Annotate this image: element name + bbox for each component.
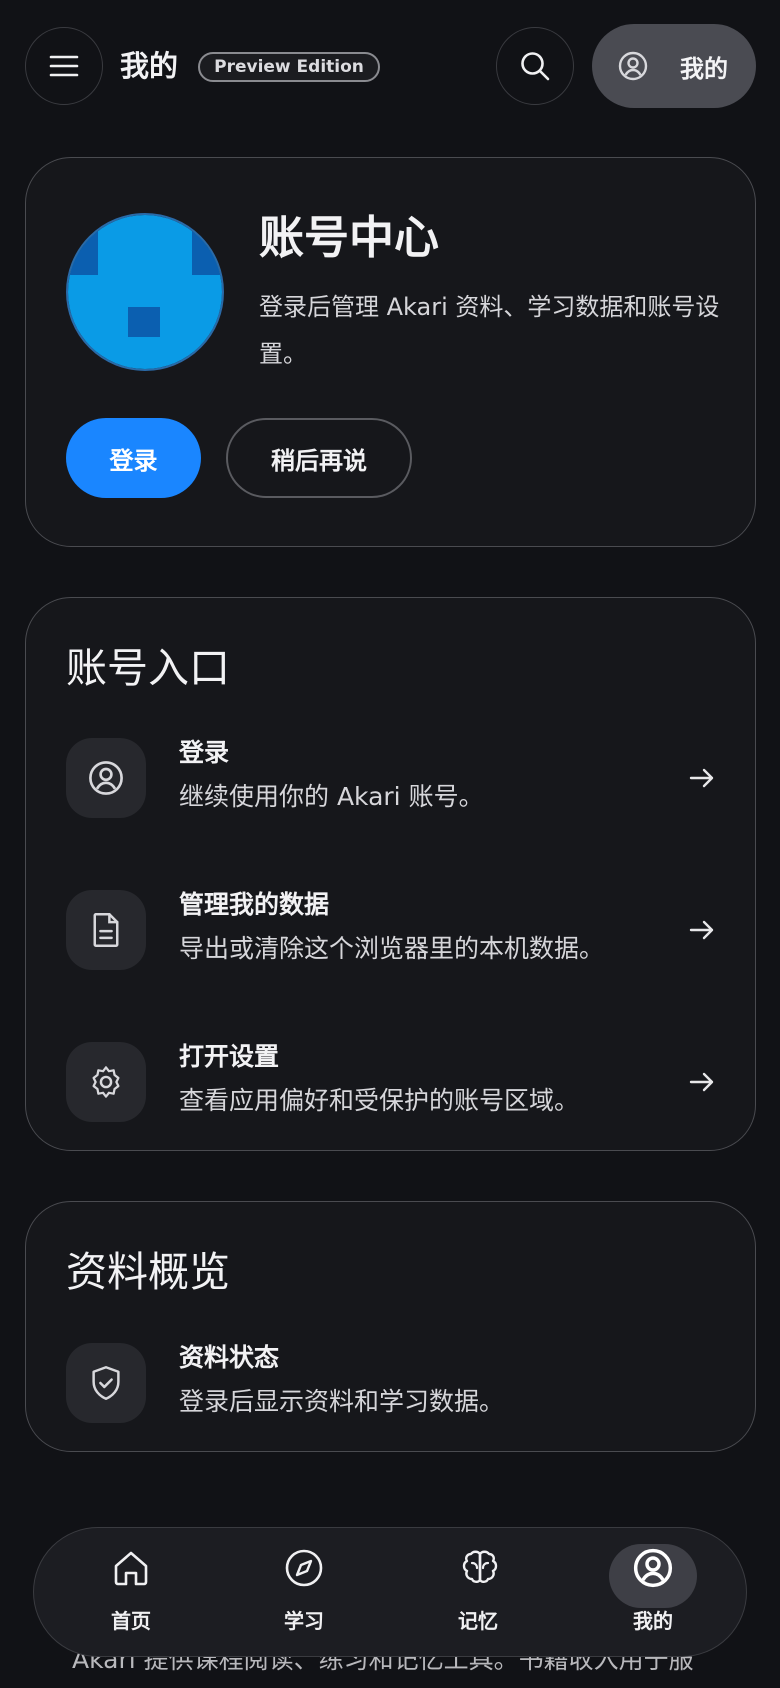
row-subtitle: 继续使用你的 Akari 账号。	[179, 782, 484, 811]
profile-button[interactable]: 我的	[592, 24, 756, 108]
user-icon	[633, 1548, 673, 1588]
nav-label: 首页	[111, 1609, 151, 1633]
bottom-nav: 首页 学习 记忆 我的	[33, 1527, 747, 1657]
arrow-right-icon	[689, 1072, 714, 1092]
row-subtitle: 查看应用偏好和受保护的账号区域。	[179, 1086, 580, 1115]
menu-icon	[49, 55, 79, 77]
row-icon	[66, 738, 146, 818]
entry-manage-data-row[interactable]: 管理我的数据 导出或清除这个浏览器里的本机数据。	[66, 890, 716, 972]
section-title: 账号入口	[66, 644, 230, 692]
profile-label: 我的	[680, 54, 728, 83]
page-title: 我的	[120, 49, 179, 83]
arrow-right-icon	[689, 920, 714, 940]
row-icon	[66, 1343, 146, 1423]
entry-settings-row[interactable]: 打开设置 查看应用偏好和受保护的账号区域。	[66, 1042, 716, 1124]
row-title: 打开设置	[179, 1042, 280, 1071]
nav-label: 我的	[633, 1609, 673, 1633]
row-title: 登录	[179, 738, 230, 767]
row-subtitle: 登录后显示资料和学习数据。	[179, 1387, 505, 1416]
account-center-description: 登录后管理 Akari 资料、学习数据和账号设置。	[259, 293, 720, 368]
document-icon	[93, 913, 119, 947]
user-icon	[89, 761, 123, 795]
compass-icon	[285, 1549, 323, 1587]
menu-button[interactable]	[25, 27, 103, 105]
entry-login-row[interactable]: 登录 继续使用你的 Akari 账号。	[66, 738, 716, 820]
account-card: 账号中心 登录后管理 Akari 资料、学习数据和账号设置。 登录 稍后再说	[25, 157, 756, 547]
edition-badge: Preview Edition	[198, 52, 380, 82]
account-entry-card: 账号入口 登录 继续使用你的 Akari 账号。 管理我的数据 导出或清除这个浏…	[25, 597, 756, 1151]
gear-icon	[92, 1066, 120, 1098]
shield-check-icon	[92, 1366, 120, 1400]
account-center-title: 账号中心	[259, 211, 440, 264]
section-title: 资料概览	[66, 1248, 230, 1296]
nav-item-mine[interactable]: 我的	[603, 1548, 703, 1640]
login-button[interactable]: 登录	[66, 418, 201, 498]
nav-label: 记忆	[458, 1609, 498, 1633]
row-icon	[66, 890, 146, 970]
row-title: 管理我的数据	[179, 890, 330, 919]
brain-icon	[462, 1550, 498, 1583]
search-button[interactable]	[496, 27, 574, 105]
nav-item-learn[interactable]: 学习	[254, 1548, 354, 1640]
profile-overview-card: 资料概览 资料状态 登录后显示资料和学习数据。	[25, 1201, 756, 1452]
profile-status-row: 资料状态 登录后显示资料和学习数据。	[66, 1343, 716, 1425]
row-title: 资料状态	[179, 1343, 280, 1372]
nav-item-home[interactable]: 首页	[81, 1548, 181, 1640]
arrow-right-icon	[689, 768, 714, 788]
nav-label: 学习	[284, 1609, 324, 1633]
row-icon	[66, 1042, 146, 1122]
row-subtitle: 导出或清除这个浏览器里的本机数据。	[179, 934, 605, 963]
nav-item-memory[interactable]: 记忆	[428, 1548, 528, 1640]
search-icon	[521, 52, 550, 81]
home-icon	[114, 1551, 148, 1586]
later-button[interactable]: 稍后再说	[226, 418, 412, 498]
avatar	[66, 213, 224, 371]
user-icon	[618, 51, 648, 81]
